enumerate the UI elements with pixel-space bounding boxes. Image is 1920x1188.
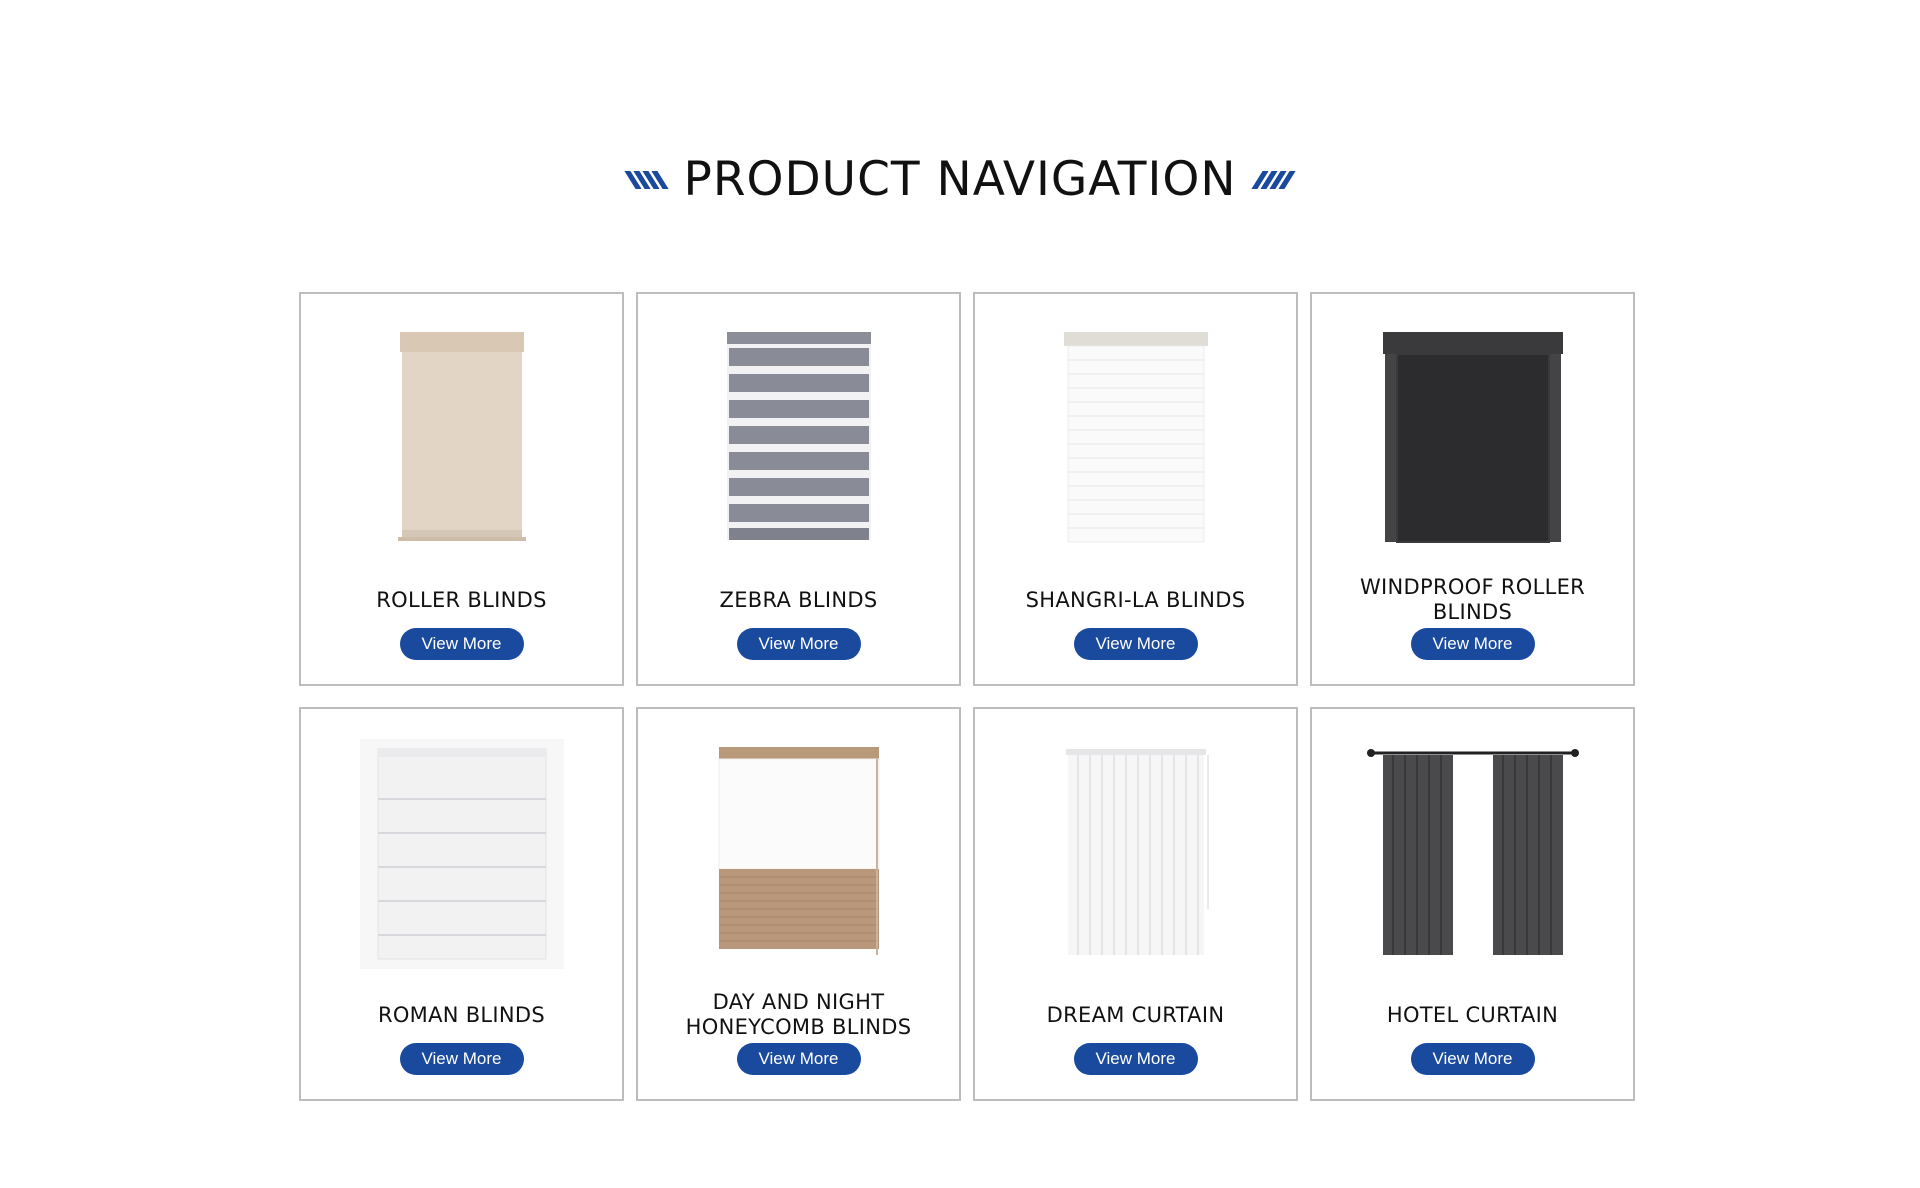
roller-blind-image	[397, 332, 526, 541]
view-more-button[interactable]: View More	[1073, 628, 1198, 660]
roman-blind-image	[359, 739, 564, 969]
windproof-roller-blind-image	[1382, 332, 1563, 543]
product-title: DREAM CURTAIN	[1046, 1002, 1225, 1027]
product-title: DAY AND NIGHT HONEYCOMB BLINDS	[685, 990, 912, 1039]
shangri-la-blind-image	[1063, 332, 1208, 543]
product-card-roller-blinds[interactable]: ROLLER BLINDS View More	[299, 292, 624, 686]
view-more-button[interactable]: View More	[1410, 1043, 1535, 1075]
page-title: PRODUCT NAVIGATION	[683, 152, 1237, 207]
view-more-button[interactable]: View More	[736, 1043, 861, 1075]
product-card-hotel-curtain[interactable]: HOTEL CURTAIN View More	[1310, 707, 1635, 1101]
view-more-button[interactable]: View More	[399, 628, 524, 660]
product-title: WINDPROOF ROLLER BLINDS	[1359, 575, 1586, 624]
right-slashes-decoration	[1250, 170, 1296, 190]
product-title: ROLLER BLINDS	[376, 587, 547, 612]
product-title: SHANGRI-LA BLINDS	[1025, 587, 1246, 612]
left-slashes-decoration	[624, 170, 670, 190]
zebra-blind-image	[726, 332, 871, 540]
product-title: ROMAN BLINDS	[377, 1002, 546, 1027]
view-more-button[interactable]: View More	[399, 1043, 524, 1075]
product-grid: ROLLER BLINDS View More ZEBRA BLINDS Vie…	[299, 292, 1642, 1101]
dream-curtain-image	[1065, 749, 1208, 955]
view-more-button[interactable]: View More	[1410, 628, 1535, 660]
product-card-zebra-blinds[interactable]: ZEBRA BLINDS View More	[636, 292, 961, 686]
view-more-button[interactable]: View More	[1073, 1043, 1198, 1075]
product-card-roman-blinds[interactable]: ROMAN BLINDS View More	[299, 707, 624, 1101]
honeycomb-blind-image	[718, 747, 879, 955]
product-title: HOTEL CURTAIN	[1386, 1002, 1559, 1027]
product-card-day-and-night-honeycomb-blinds[interactable]: DAY AND NIGHT HONEYCOMB BLINDS View More	[636, 707, 961, 1101]
hotel-curtain-image	[1366, 749, 1579, 955]
product-card-shangri-la-blinds[interactable]: SHANGRI-LA BLINDS View More	[973, 292, 1298, 686]
section-heading: PRODUCT NAVIGATION	[0, 148, 1920, 212]
product-card-dream-curtain[interactable]: DREAM CURTAIN View More	[973, 707, 1298, 1101]
product-card-windproof-roller-blinds[interactable]: WINDPROOF ROLLER BLINDS View More	[1310, 292, 1635, 686]
product-title: ZEBRA BLINDS	[719, 587, 878, 612]
view-more-button[interactable]: View More	[736, 628, 861, 660]
product-navigation-page: PRODUCT NAVIGATION ROLLER BLINDS View Mo…	[0, 0, 1920, 1188]
